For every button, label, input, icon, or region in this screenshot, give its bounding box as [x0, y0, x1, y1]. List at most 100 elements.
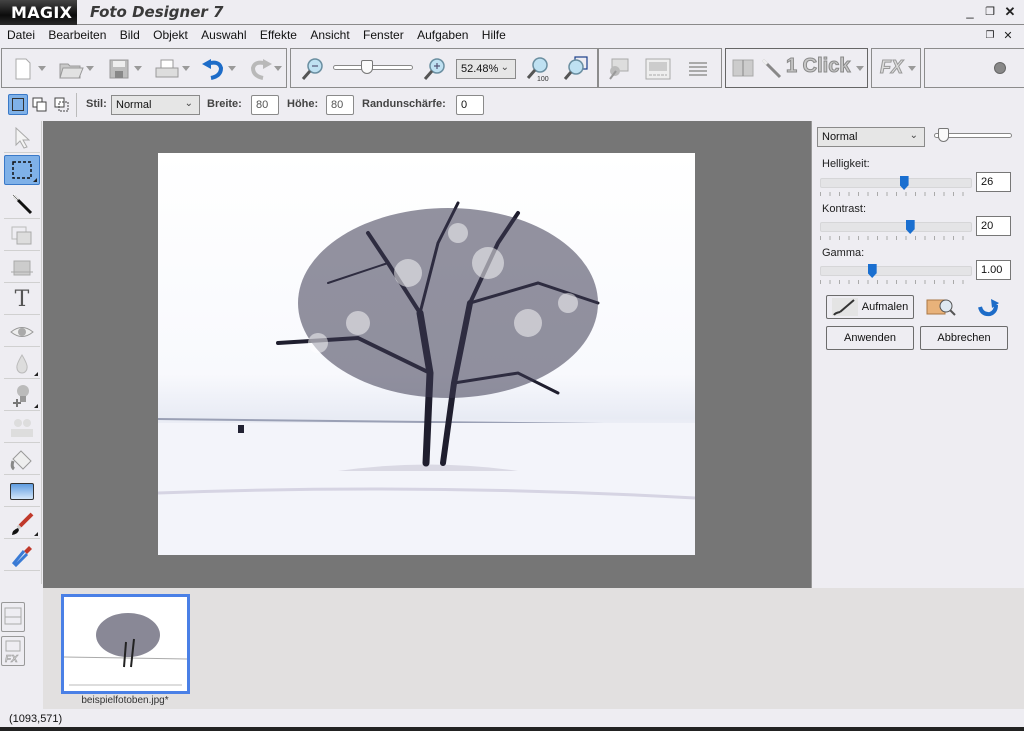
gamma-label: Gamma: — [822, 247, 865, 259]
tool-text[interactable]: T — [4, 285, 40, 315]
tool-retouch[interactable] — [4, 413, 40, 443]
abbrechen-button[interactable]: Abbrechen — [920, 326, 1008, 350]
open-button[interactable] — [58, 57, 84, 81]
eyedropper-icon — [11, 545, 32, 567]
zoom-in-button[interactable] — [421, 57, 447, 81]
photo-canvas[interactable] — [157, 153, 696, 555]
adjustment-panel: Normal ⌄ Helligkeit: 26 Kontrast: 20 Gamm… — [811, 121, 1024, 588]
redo-button[interactable] — [248, 57, 274, 81]
menu-ansicht[interactable]: Ansicht — [310, 26, 349, 42]
aufmalen-button[interactable]: Aufmalen — [826, 295, 914, 319]
selection-mode-add-button[interactable] — [32, 97, 48, 113]
stil-label: Stil: — [86, 98, 107, 110]
minimize-button[interactable]: _ — [962, 4, 978, 20]
doc-close-button[interactable]: ✕ — [1000, 28, 1016, 44]
randunschaerfe-label: Randunschärfe: — [362, 98, 446, 110]
tool-duplicate[interactable] — [4, 221, 40, 251]
save-dropdown-arrow[interactable] — [134, 66, 142, 71]
menu-effekte[interactable]: Effekte — [260, 26, 297, 42]
undo-button[interactable] — [200, 57, 226, 81]
new-document-button[interactable] — [10, 57, 36, 81]
opacity-slider-thumb[interactable] — [938, 128, 950, 142]
view-toolbar-group — [598, 48, 722, 88]
kontrast-slider[interactable] — [820, 222, 972, 232]
tool-blur[interactable] — [4, 349, 40, 379]
eye-icon — [10, 326, 34, 337]
help-icon[interactable] — [994, 62, 1006, 74]
stil-select[interactable]: Normal ⌄ — [111, 95, 200, 115]
menu-hilfe[interactable]: Hilfe — [482, 26, 506, 42]
crop-icon — [11, 260, 33, 275]
zoom-fit-button[interactable] — [563, 56, 589, 81]
redo-dropdown-arrow[interactable] — [274, 66, 282, 71]
slideshow-view-button[interactable] — [1, 602, 25, 632]
one-click-dropdown-arrow[interactable] — [856, 66, 864, 71]
tool-magic-wand[interactable] — [4, 189, 40, 219]
gamma-input[interactable]: 1.00 — [976, 260, 1011, 280]
fx-icon: FX — [5, 640, 21, 665]
menu-bar: Datei Bearbeiten Bild Objekt Auswahl Eff… — [0, 26, 1024, 46]
print-button[interactable] — [154, 57, 180, 81]
magic-wand-icon — [761, 58, 782, 79]
zoom-out-button[interactable] — [299, 57, 325, 81]
gamma-ticks — [820, 280, 972, 284]
randunschaerfe-input[interactable]: 0 — [456, 95, 484, 115]
open-dropdown-arrow[interactable] — [86, 66, 94, 71]
zoom-slider[interactable] — [333, 60, 413, 74]
gamma-slider[interactable] — [820, 266, 972, 276]
options-bar: Stil: Normal ⌄ Breite: 80 Höhe: 80 Randun… — [0, 90, 1024, 120]
marquee-icon — [12, 161, 32, 179]
zoom-level-select[interactable]: 52.48% ⌄ — [456, 59, 516, 79]
tool-crop[interactable] — [4, 253, 40, 283]
helligkeit-slider[interactable] — [820, 178, 972, 188]
selection-mode-subtract-button[interactable] — [54, 97, 70, 113]
opacity-slider[interactable] — [934, 128, 1012, 142]
zoom-slider-thumb[interactable] — [361, 60, 374, 74]
fx-view-button[interactable]: FX — [1, 636, 25, 666]
close-button[interactable]: ✕ — [1002, 4, 1018, 20]
anwenden-button[interactable]: Anwenden — [826, 326, 914, 350]
menu-datei[interactable]: Datei — [7, 26, 35, 42]
menu-bearbeiten[interactable]: Bearbeiten — [48, 26, 106, 42]
one-click-button[interactable]: 1 Click — [725, 48, 868, 88]
fx-icon: FX — [879, 57, 904, 78]
doc-restore-button[interactable]: ❐ — [982, 28, 998, 44]
kontrast-input[interactable]: 20 — [976, 216, 1011, 236]
fx-button[interactable]: FX — [871, 48, 921, 88]
tool-color-picker[interactable] — [4, 541, 40, 571]
kontrast-ticks — [820, 236, 972, 240]
help-toolbar-group — [924, 48, 1024, 88]
slideshow-button[interactable] — [645, 57, 671, 81]
selection-mode-new-button[interactable] — [8, 94, 28, 115]
tool-gradient[interactable] — [4, 477, 40, 507]
tool-red-eye[interactable] — [4, 317, 40, 347]
helligkeit-input[interactable]: 26 — [976, 172, 1011, 192]
undo-dropdown-arrow[interactable] — [228, 66, 236, 71]
fx-dropdown-arrow[interactable] — [908, 66, 916, 71]
photo-edit-button[interactable] — [605, 57, 631, 81]
zoom-100-button[interactable]: 100 — [525, 57, 551, 82]
menu-objekt[interactable]: Objekt — [153, 26, 188, 42]
brush-icon — [12, 512, 34, 535]
breite-input[interactable]: 80 — [251, 95, 279, 115]
layers-icon — [689, 62, 707, 76]
save-button[interactable] — [106, 57, 132, 81]
hoehe-input[interactable]: 80 — [326, 95, 354, 115]
menu-bild[interactable]: Bild — [120, 26, 140, 42]
tool-fill[interactable] — [4, 445, 40, 475]
print-dropdown-arrow[interactable] — [182, 66, 190, 71]
layers-button[interactable] — [685, 57, 711, 81]
tool-clone-stamp[interactable] — [4, 381, 40, 411]
reset-icon[interactable] — [976, 297, 1000, 317]
tool-brush[interactable] — [4, 509, 40, 539]
new-dropdown-arrow[interactable] — [38, 66, 46, 71]
menu-auswahl[interactable]: Auswahl — [201, 26, 246, 42]
blend-mode-select[interactable]: Normal ⌄ — [817, 127, 925, 147]
menu-fenster[interactable]: Fenster — [363, 26, 404, 42]
restore-button[interactable]: ❐ — [982, 4, 998, 20]
menu-aufgaben[interactable]: Aufgaben — [417, 26, 468, 42]
preview-compare-button[interactable] — [926, 297, 956, 317]
tool-rectangle-selection[interactable] — [4, 155, 40, 185]
filmstrip-thumbnail-selected[interactable] — [61, 594, 190, 694]
tool-select-arrow[interactable] — [4, 123, 40, 153]
